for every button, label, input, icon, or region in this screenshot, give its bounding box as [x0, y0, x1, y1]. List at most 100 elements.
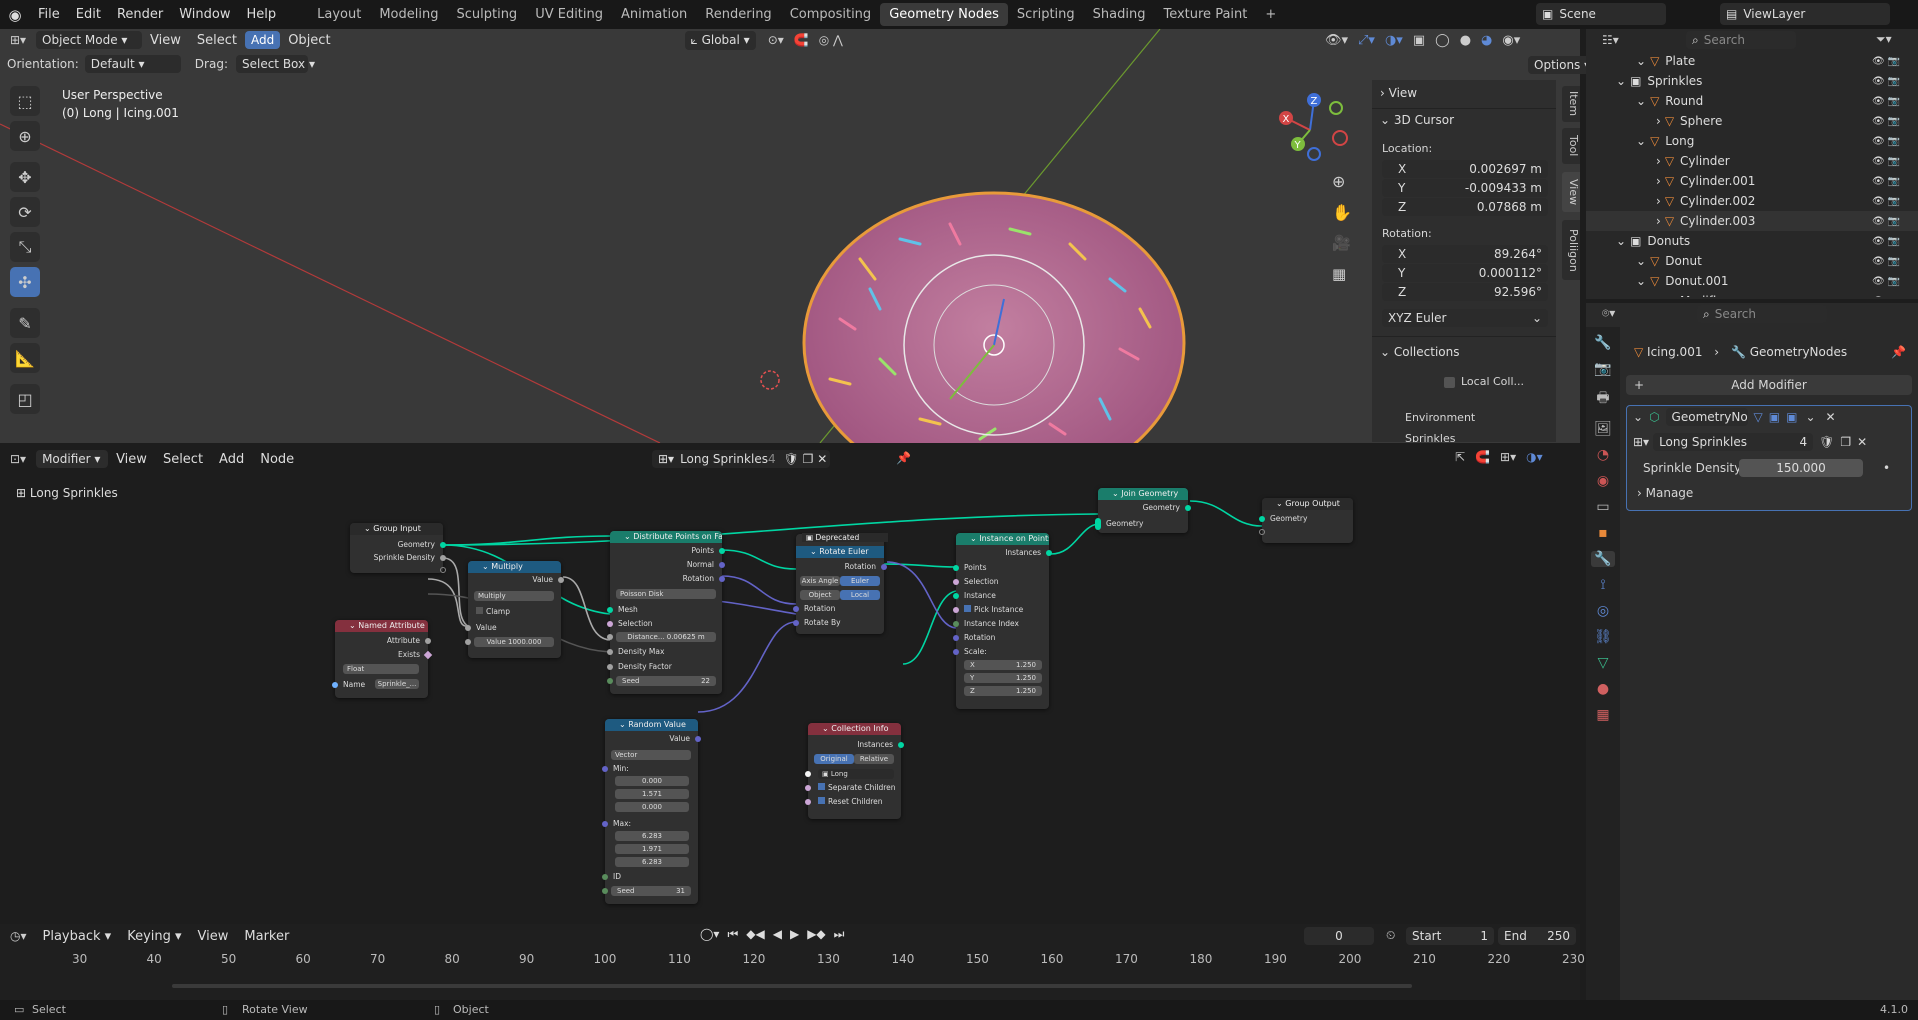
sidebar-tab-view[interactable]: View: [1562, 172, 1580, 212]
visibility-eye-icon[interactable]: 👁 📷: [1872, 256, 1900, 267]
expand-chevron-icon[interactable]: ›: [1656, 114, 1661, 128]
collapse-chevron-icon[interactable]: ⌄: [1633, 410, 1643, 424]
modifier-menu-chevron-icon[interactable]: ⌄: [1805, 410, 1815, 424]
material-tab-icon[interactable]: ●: [1597, 681, 1609, 697]
max-x-field[interactable]: 6.283: [615, 831, 689, 841]
menu-window[interactable]: Window: [171, 7, 238, 22]
expand-chevron-icon[interactable]: ›: [1656, 174, 1661, 188]
visibility-eye-icon[interactable]: 👁 📷: [1872, 96, 1900, 107]
outliner-item[interactable]: › ▽ Cylinder.001 👁 📷: [1586, 171, 1918, 191]
orientation-dropdown[interactable]: Default ▾: [84, 55, 181, 73]
input-socket[interactable]: [805, 771, 811, 777]
fake-user-icon[interactable]: 🛡: [1819, 435, 1834, 449]
jump-next-key-icon[interactable]: ▶◆: [807, 927, 825, 942]
remove-modifier-icon[interactable]: ✕: [1826, 410, 1836, 424]
input-socket[interactable]: [602, 821, 608, 827]
output-socket[interactable]: [719, 562, 725, 568]
timeline-editor-icon[interactable]: ◷▾: [10, 929, 27, 943]
outliner-search[interactable]: ⌕ Search: [1686, 31, 1796, 49]
input-socket[interactable]: [805, 799, 811, 805]
annotate-tool-icon[interactable]: ✎: [10, 308, 40, 338]
outliner-item[interactable]: › ▽ Cylinder.003 👁 📷: [1586, 211, 1918, 231]
node-multiply[interactable]: ⌄ Multiply Value Multiply Clamp Value Va…: [465, 561, 564, 658]
sidebar-tab-tool[interactable]: Tool: [1562, 128, 1580, 164]
min-z-field[interactable]: 0.000: [615, 802, 689, 812]
play-reverse-icon[interactable]: ◀: [773, 927, 782, 942]
tab-geometry-nodes[interactable]: Geometry Nodes: [880, 3, 1008, 26]
input-socket[interactable]: [805, 785, 811, 791]
timeline-scrollbar[interactable]: [172, 984, 1412, 988]
texture-tab-icon[interactable]: ▦: [1596, 707, 1609, 723]
output-tab-icon[interactable]: 🖶: [1596, 387, 1609, 411]
add-workspace-icon[interactable]: +: [1256, 3, 1285, 26]
input-socket[interactable]: [1259, 529, 1265, 535]
duplicate-icon[interactable]: ❐: [1840, 435, 1851, 449]
visibility-eye-icon[interactable]: 👁 📷: [1872, 196, 1900, 207]
max-z-field[interactable]: 6.283: [615, 857, 689, 867]
scale-y-field[interactable]: Y 1.250: [964, 673, 1042, 683]
ortho-toggle-icon[interactable]: ▦: [1332, 265, 1346, 283]
tab-rendering[interactable]: Rendering: [696, 3, 780, 26]
input-socket[interactable]: [465, 639, 471, 645]
value-field[interactable]: Value 1000.000: [474, 637, 554, 647]
visibility-eye-icon[interactable]: 👁 📷: [1872, 116, 1900, 127]
measure-tool-icon[interactable]: 📐: [10, 343, 40, 373]
visibility-eye-icon[interactable]: 👁 📷: [1872, 296, 1900, 298]
input-socket[interactable]: [793, 606, 799, 612]
input-socket[interactable]: [953, 607, 959, 613]
tool-tab-icon[interactable]: 🔧: [1594, 335, 1611, 351]
outliner-item[interactable]: ⌄ ▽ Long 👁 📷: [1586, 131, 1918, 151]
sidebar-tab-item[interactable]: Item: [1562, 86, 1580, 122]
rotate-tool-icon[interactable]: ⟳: [10, 197, 40, 227]
expand-chevron-icon[interactable]: ›: [1656, 194, 1661, 208]
menu-file[interactable]: File: [30, 7, 68, 22]
input-socket[interactable]: [332, 682, 338, 688]
expand-chevron-icon[interactable]: ⌄: [1636, 134, 1646, 148]
input-socket[interactable]: [607, 678, 613, 684]
expand-chevron-icon[interactable]: ⌄: [1636, 254, 1646, 268]
output-socket[interactable]: [719, 576, 725, 582]
input-socket[interactable]: [602, 766, 608, 772]
input-socket[interactable]: [953, 649, 959, 655]
input-socket[interactable]: [1095, 518, 1101, 530]
output-socket[interactable]: [558, 577, 564, 583]
overlay-toggle-icon[interactable]: ◑▾: [1385, 33, 1403, 48]
expand-chevron-icon[interactable]: ⌄: [1636, 274, 1646, 288]
local-space-toggle[interactable]: Local: [840, 590, 880, 600]
unlink-icon[interactable]: ✕: [1857, 435, 1867, 449]
editor-type-icon[interactable]: ⊞▾: [0, 33, 36, 47]
gizmo-toggle-icon[interactable]: ⤢▾: [1358, 33, 1375, 48]
scene-selector[interactable]: ▣ Scene: [1536, 3, 1666, 25]
snap-icon[interactable]: 🧲: [794, 33, 809, 47]
end-frame-field[interactable]: End 250: [1498, 927, 1576, 945]
visibility-eye-icon[interactable]: 👁 📷: [1872, 236, 1900, 247]
filter-icon[interactable]: ⏷▾: [1876, 32, 1892, 47]
input-socket[interactable]: [1259, 516, 1265, 522]
tab-sculpting[interactable]: Sculpting: [447, 3, 526, 26]
outliner-item[interactable]: ⌄ ▽ Plate 👁 📷: [1586, 51, 1918, 71]
visibility-icon[interactable]: 👁▾: [1325, 33, 1348, 48]
data-type-dropdown[interactable]: Float: [343, 664, 419, 674]
output-socket[interactable]: [695, 736, 701, 742]
viewport-menu-object[interactable]: Object: [280, 33, 338, 48]
input-socket[interactable]: [607, 664, 613, 670]
visibility-eye-icon[interactable]: 👁 📷: [1872, 156, 1900, 167]
outliner-item[interactable]: ⌄ ▣ Donuts 👁 📷: [1586, 231, 1918, 251]
scale-tool-icon[interactable]: ⤡: [10, 232, 40, 262]
move-tool-icon[interactable]: ✥: [10, 162, 40, 192]
data-tab-icon[interactable]: ▽: [1598, 655, 1609, 671]
shading-solid-icon[interactable]: ●: [1460, 33, 1471, 48]
outliner-item[interactable]: ⌄ ▽ Donut 👁 📷: [1586, 251, 1918, 271]
view-layer-tab-icon[interactable]: 🖼: [1594, 421, 1612, 437]
output-socket[interactable]: [898, 742, 904, 748]
playback-menu[interactable]: Playback ▾: [35, 929, 120, 944]
visibility-eye-icon[interactable]: 👁 📷: [1872, 76, 1900, 87]
viewport-toggle-icon[interactable]: ▣: [1769, 410, 1780, 424]
expand-chevron-icon[interactable]: ⌄: [1616, 234, 1626, 248]
expand-chevron-icon[interactable]: ⌄: [1616, 74, 1626, 88]
expand-chevron-icon[interactable]: ›: [1656, 154, 1661, 168]
node-named-attribute[interactable]: ⌄ Named Attribute Attribute Exists Float…: [332, 620, 433, 698]
cursor-rotation-z[interactable]: Z 92.596°: [1382, 283, 1548, 301]
xray-icon[interactable]: ▣: [1413, 33, 1425, 48]
distance-min-field[interactable]: Distance... 0.00625 m: [616, 632, 716, 642]
